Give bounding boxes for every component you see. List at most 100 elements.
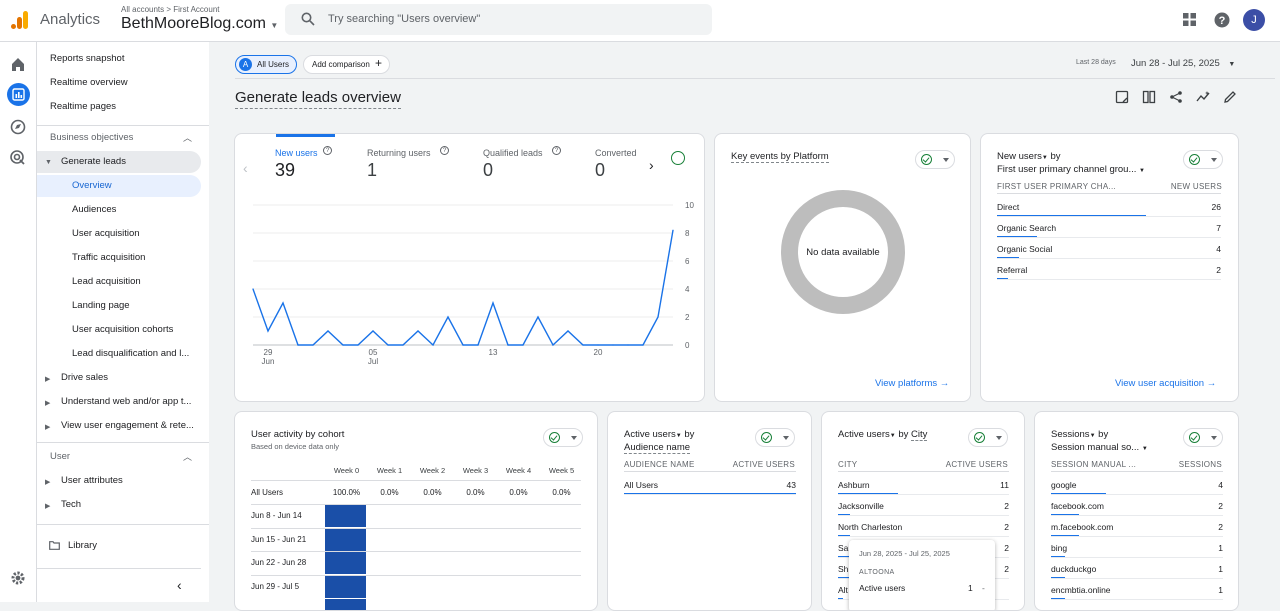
- data-point[interactable]: [642, 344, 644, 346]
- nav-realtime-pages[interactable]: Realtime pages: [50, 101, 116, 112]
- column-header[interactable]: NEW USERS: [1171, 182, 1222, 191]
- compare-dropdown[interactable]: [915, 150, 955, 169]
- dimension-selector[interactable]: Audience name: [624, 442, 691, 454]
- column-header[interactable]: CITY: [838, 460, 857, 469]
- data-point[interactable]: [432, 344, 434, 346]
- data-point[interactable]: [342, 344, 344, 346]
- advertising-icon[interactable]: [8, 148, 28, 168]
- dimension-selector[interactable]: Session manual so... ▼: [1051, 442, 1148, 453]
- table-row-label[interactable]: bing: [1051, 543, 1067, 553]
- dimension-selector[interactable]: City: [911, 429, 928, 441]
- column-header[interactable]: FIRST USER PRIMARY CHA...: [997, 182, 1116, 191]
- compare-dropdown[interactable]: [968, 428, 1008, 447]
- expand-arrow-icon[interactable]: ▶: [45, 375, 50, 383]
- avatar[interactable]: J: [1243, 9, 1265, 31]
- share-icon[interactable]: [1169, 90, 1183, 104]
- data-point[interactable]: [612, 344, 614, 346]
- table-row-label[interactable]: Jacksonville: [838, 501, 884, 511]
- data-point[interactable]: [312, 344, 314, 346]
- analytics-logo-icon[interactable]: [10, 10, 30, 30]
- nav-library[interactable]: Library: [68, 540, 97, 551]
- nav-user-engagement[interactable]: View user engagement & rete...: [61, 420, 194, 431]
- apps-grid-icon[interactable]: [1183, 13, 1196, 26]
- nav-drive-sales[interactable]: Drive sales: [61, 372, 108, 383]
- table-row-label[interactable]: m.facebook.com: [1051, 522, 1113, 532]
- expand-arrow-icon[interactable]: ▶: [45, 502, 50, 510]
- data-point[interactable]: [297, 344, 299, 346]
- table-row-label[interactable]: All Users: [624, 480, 658, 490]
- nav-lead-disqualification[interactable]: Lead disqualification and l...: [72, 348, 189, 359]
- data-point[interactable]: [327, 330, 329, 332]
- help-icon[interactable]: ?: [1214, 12, 1230, 28]
- edit-pencil-icon[interactable]: [1223, 90, 1237, 104]
- metric-tab-qualified-leads[interactable]: Qualified leads 0: [483, 148, 543, 181]
- nav-section-business-objectives[interactable]: Business objectives: [50, 132, 133, 143]
- table-row-label[interactable]: google: [1051, 480, 1077, 490]
- table-row-label[interactable]: Direct: [997, 202, 1019, 212]
- nav-audiences[interactable]: Audiences: [72, 204, 116, 215]
- cohort-cell[interactable]: [325, 599, 366, 610]
- view-platforms-link[interactable]: View platforms →: [875, 378, 949, 389]
- data-point[interactable]: [627, 344, 629, 346]
- nav-traffic-acquisition[interactable]: Traffic acquisition: [72, 252, 145, 263]
- column-header[interactable]: ACTIVE USERS: [946, 460, 1008, 469]
- data-point[interactable]: [387, 344, 389, 346]
- insights-icon[interactable]: [1196, 90, 1210, 104]
- save-report-icon[interactable]: [1115, 90, 1129, 104]
- data-point[interactable]: [522, 344, 524, 346]
- column-header[interactable]: SESSION MANUAL ...: [1051, 460, 1136, 469]
- table-row-label[interactable]: Sa: [838, 543, 848, 553]
- nav-landing-page[interactable]: Landing page: [72, 300, 130, 311]
- compare-dropdown[interactable]: [1183, 150, 1223, 169]
- reports-icon[interactable]: [7, 83, 30, 106]
- expand-arrow-icon[interactable]: ▶: [45, 399, 50, 407]
- nav-lead-acquisition[interactable]: Lead acquisition: [72, 276, 141, 287]
- data-point[interactable]: [657, 316, 659, 318]
- data-point[interactable]: [462, 344, 464, 346]
- data-point[interactable]: [447, 316, 449, 318]
- card-title[interactable]: Key events by Platform: [731, 151, 829, 163]
- metric-selector[interactable]: Active users: [838, 429, 890, 440]
- cohort-cell[interactable]: [325, 505, 366, 527]
- data-point[interactable]: [567, 330, 569, 332]
- cohort-cell[interactable]: [325, 552, 366, 574]
- column-header[interactable]: SESSIONS: [1179, 460, 1222, 469]
- data-point[interactable]: [372, 330, 374, 332]
- data-point[interactable]: [402, 344, 404, 346]
- data-point[interactable]: [537, 316, 539, 318]
- segment-chip-all-users[interactable]: A All Users: [235, 55, 297, 74]
- compare-dropdown[interactable]: [755, 428, 795, 447]
- explore-icon[interactable]: [8, 117, 28, 137]
- nav-realtime-overview[interactable]: Realtime overview: [50, 77, 128, 88]
- column-header[interactable]: AUDIENCE NAME: [624, 460, 695, 469]
- table-row-label[interactable]: duckduckgo: [1051, 564, 1096, 574]
- data-point[interactable]: [417, 330, 419, 332]
- metric-selector[interactable]: Active users: [624, 429, 676, 440]
- table-row-label[interactable]: North Charleston: [838, 522, 902, 532]
- collapse-nav-chevron-icon[interactable]: ‹: [177, 577, 182, 593]
- chevron-right-icon[interactable]: ›: [649, 157, 654, 173]
- compare-dropdown[interactable]: [543, 428, 583, 447]
- data-point[interactable]: [267, 330, 269, 332]
- compare-dropdown[interactable]: [1183, 428, 1223, 447]
- nav-understand-traffic[interactable]: Understand web and/or app t...: [61, 396, 191, 407]
- chevron-up-icon[interactable]: ︿: [183, 131, 192, 144]
- table-row-label[interactable]: Organic Social: [997, 244, 1052, 254]
- check-circle-icon[interactable]: [671, 151, 685, 165]
- property-selector[interactable]: BethMooreBlog.com ▼: [121, 15, 278, 33]
- nav-generate-leads[interactable]: Generate leads: [61, 156, 126, 167]
- collapse-arrow-icon[interactable]: ▼: [45, 159, 52, 166]
- data-point[interactable]: [477, 344, 479, 346]
- data-point[interactable]: [282, 302, 284, 304]
- chevron-up-icon[interactable]: ︿: [183, 450, 192, 463]
- expand-arrow-icon[interactable]: ▶: [45, 423, 50, 431]
- add-comparison-button[interactable]: Add comparison +: [303, 55, 390, 74]
- nav-reports-snapshot[interactable]: Reports snapshot: [50, 53, 124, 64]
- table-row-label[interactable]: encmbtia.online: [1051, 585, 1111, 595]
- account-breadcrumb[interactable]: All accounts > First Account: [121, 5, 220, 14]
- table-row-label[interactable]: Sh: [838, 564, 848, 574]
- data-point[interactable]: [252, 288, 254, 290]
- compare-icon[interactable]: [1142, 90, 1156, 104]
- dimension-selector[interactable]: First user primary channel grou... ▼: [997, 164, 1145, 175]
- settings-icon[interactable]: [8, 568, 28, 588]
